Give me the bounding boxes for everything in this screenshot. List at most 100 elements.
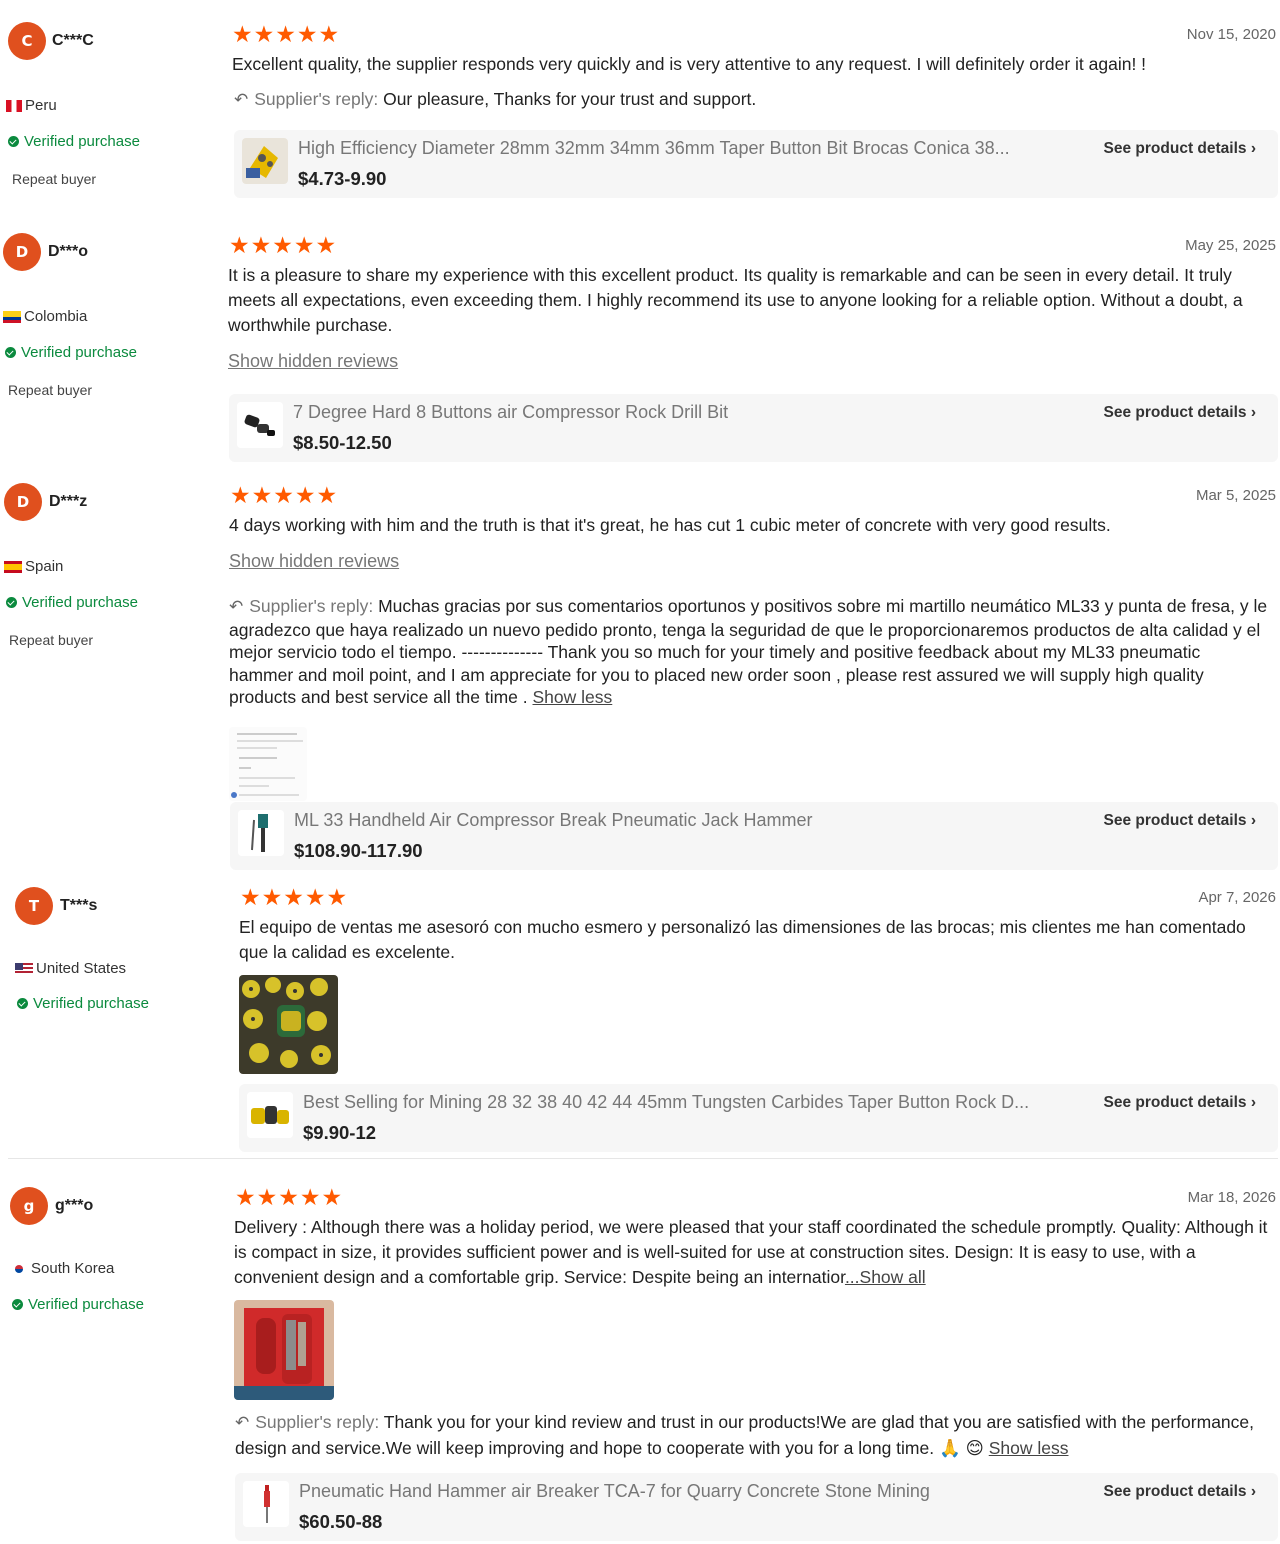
chevron-right-icon: › <box>1250 1483 1256 1500</box>
product-thumbnail[interactable] <box>247 1092 293 1138</box>
avatar: D <box>4 483 42 521</box>
chevron-right-icon: › <box>1250 812 1256 829</box>
see-product-details-link[interactable]: See product details › <box>1104 1094 1256 1112</box>
check-badge-icon <box>17 998 28 1009</box>
review-text-body: Delivery : Although there was a holiday … <box>234 1217 1268 1287</box>
review-text: 4 days working with him and the truth is… <box>229 515 1111 535</box>
details-label[interactable]: See product details <box>1104 812 1247 829</box>
country-label: United States <box>36 960 127 977</box>
country-label: Peru <box>25 97 57 114</box>
supplier-reply: ↶ Supplier's reply: Our pleasure, Thanks … <box>234 88 1274 112</box>
star-rating: ★★★★★ <box>229 233 338 259</box>
product-card[interactable]: 7 Degree Hard 8 Buttons air Compressor R… <box>229 394 1278 462</box>
colombia-flag-icon <box>3 310 21 323</box>
reviewer-name: C***C <box>52 32 94 49</box>
review-text: It is a pleasure to share my experience … <box>228 265 1243 335</box>
reviewer-country: South Korea <box>10 1260 114 1277</box>
review-photo[interactable] <box>229 727 307 801</box>
reviewer-country: United States <box>15 960 126 977</box>
product-title[interactable]: Pneumatic Hand Hammer air Breaker TCA-7 … <box>299 1481 930 1502</box>
verified-purchase-badge: Verified purchase <box>17 995 149 1012</box>
details-label[interactable]: See product details <box>1104 1094 1247 1111</box>
review-text: Excellent quality, the supplier responds… <box>232 54 1147 74</box>
reply-text: Muchas gracias por sus comentarios oport… <box>229 596 1268 707</box>
verified-label: Verified purchase <box>22 594 138 611</box>
reviewer-name: T***s <box>60 897 98 914</box>
reply-arrow-icon: ↶ <box>235 1413 250 1433</box>
reviewer-country: Colombia <box>3 308 87 325</box>
product-title[interactable]: 7 Degree Hard 8 Buttons air Compressor R… <box>293 402 728 423</box>
reply-label: Supplier's reply: <box>249 596 374 616</box>
check-badge-icon <box>5 347 16 358</box>
review-divider <box>8 1158 1278 1159</box>
product-card[interactable]: Best Selling for Mining 28 32 38 40 42 4… <box>239 1084 1278 1152</box>
star-rating: ★★★★★ <box>232 22 341 48</box>
review-photo[interactable] <box>234 1300 334 1400</box>
avatar: C <box>8 22 46 60</box>
details-label[interactable]: See product details <box>1104 1483 1247 1500</box>
reviewer-country: Spain <box>4 558 63 575</box>
review-photo[interactable] <box>239 975 338 1074</box>
reply-text: Our pleasure, Thanks for your trust and … <box>383 89 757 109</box>
product-title[interactable]: High Efficiency Diameter 28mm 32mm 34mm … <box>298 138 1010 159</box>
product-thumbnail[interactable] <box>237 402 283 448</box>
review-item: T T***s United States Verified purchase … <box>0 875 1280 1158</box>
avatar: D <box>3 233 41 271</box>
product-title[interactable]: Best Selling for Mining 28 32 38 40 42 4… <box>303 1092 1029 1113</box>
see-product-details-link[interactable]: See product details › <box>1104 140 1256 158</box>
south-korea-flag-icon <box>10 1262 28 1275</box>
see-product-details-link[interactable]: See product details › <box>1104 812 1256 830</box>
review-text: Delivery : Although there was a holiday … <box>234 1215 1276 1290</box>
review-item: C C***C Peru Verified purchase Repeat bu… <box>0 0 1280 215</box>
product-thumbnail[interactable] <box>242 138 288 184</box>
reply-arrow-icon: ↶ <box>234 90 249 110</box>
repeat-buyer-label: Repeat buyer <box>12 171 97 187</box>
verified-purchase-badge: Verified purchase <box>6 594 138 611</box>
show-hidden-reviews-link[interactable]: Show hidden reviews <box>229 551 399 572</box>
country-label: Colombia <box>24 308 88 325</box>
spain-flag-icon <box>4 560 22 573</box>
verified-label: Verified purchase <box>33 995 149 1012</box>
product-title[interactable]: ML 33 Handheld Air Compressor Break Pneu… <box>294 810 813 831</box>
chevron-right-icon: › <box>1250 1094 1256 1111</box>
chevron-right-icon: › <box>1250 404 1256 421</box>
show-hidden-reviews-link[interactable]: Show hidden reviews <box>228 351 398 372</box>
verified-label: Verified purchase <box>28 1296 144 1313</box>
see-product-details-link[interactable]: See product details › <box>1104 1483 1256 1501</box>
check-badge-icon <box>12 1299 23 1310</box>
review-date: Apr 7, 2026 <box>1198 889 1276 906</box>
see-product-details-link[interactable]: See product details › <box>1104 404 1256 422</box>
details-label[interactable]: See product details <box>1104 140 1247 157</box>
product-card[interactable]: High Efficiency Diameter 28mm 32mm 34mm … <box>234 130 1278 198</box>
product-price: $9.90-12 <box>303 1122 377 1143</box>
product-thumbnail[interactable] <box>238 810 284 856</box>
show-less-link[interactable]: Show less <box>533 687 613 707</box>
repeat-buyer-label: Repeat buyer <box>9 632 94 648</box>
reply-text: Thank you for your kind review and trust… <box>235 1412 1255 1458</box>
star-rating: ★★★★★ <box>240 885 349 911</box>
reviewer-name: g***o <box>55 1197 94 1214</box>
product-thumbnail[interactable] <box>243 1481 289 1527</box>
verified-label: Verified purchase <box>21 344 137 361</box>
show-all-link[interactable]: ...Show all <box>845 1267 926 1287</box>
review-date: Nov 15, 2020 <box>1186 26 1276 43</box>
show-less-link[interactable]: Show less <box>989 1438 1069 1458</box>
united-states-flag-icon <box>15 962 33 975</box>
star-rating: ★★★★★ <box>230 483 339 509</box>
product-price: $60.50-88 <box>299 1511 383 1532</box>
details-label[interactable]: See product details <box>1104 404 1247 421</box>
country-label: Spain <box>25 558 64 575</box>
review-item: D D***z Spain Verified purchase Repeat b… <box>0 465 1280 875</box>
verified-label: Verified purchase <box>24 133 140 150</box>
supplier-reply: ↶ Supplier's reply: Thank you for your ki… <box>235 1410 1277 1461</box>
chevron-right-icon: › <box>1250 140 1256 157</box>
product-card[interactable]: Pneumatic Hand Hammer air Breaker TCA-7 … <box>235 1473 1278 1541</box>
review-date: Mar 18, 2026 <box>1187 1189 1276 1206</box>
product-price: $8.50-12.50 <box>293 432 392 453</box>
product-card[interactable]: ML 33 Handheld Air Compressor Break Pneu… <box>230 802 1278 870</box>
avatar: g <box>10 1187 48 1225</box>
check-badge-icon <box>6 597 17 608</box>
reply-label: Supplier's reply: <box>254 89 379 109</box>
review-text: El equipo de ventas me asesoró con mucho… <box>239 917 1246 962</box>
product-price: $108.90-117.90 <box>294 840 423 861</box>
